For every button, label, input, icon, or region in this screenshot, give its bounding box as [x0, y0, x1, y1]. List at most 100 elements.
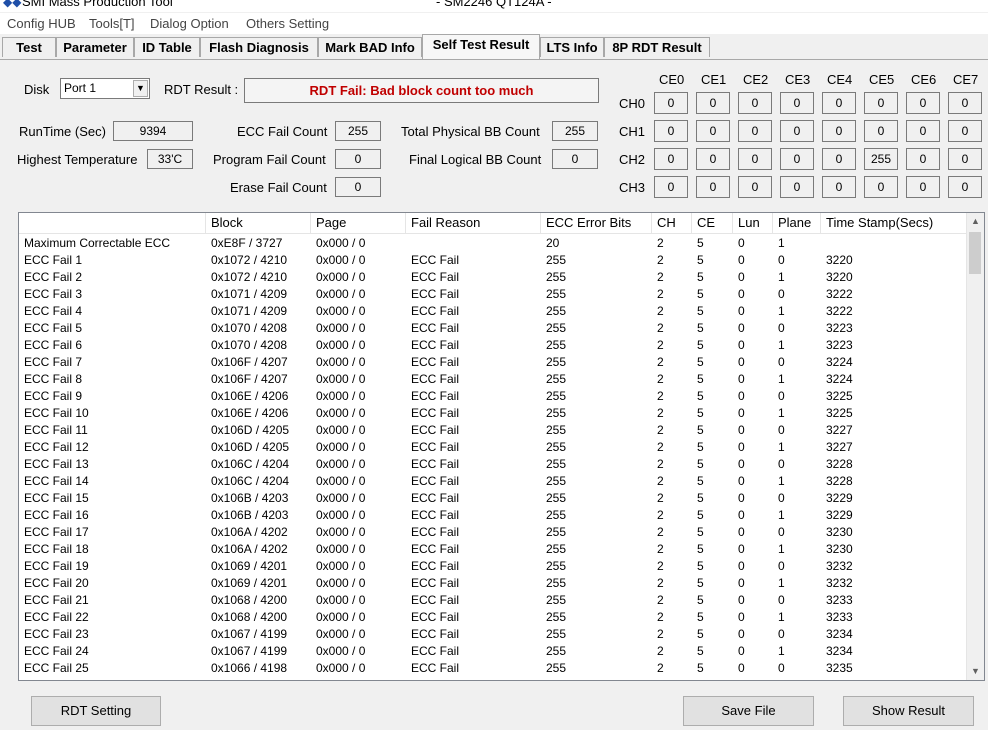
grid-cell: 0	[822, 176, 856, 198]
save-file-button[interactable]: Save File	[683, 696, 814, 726]
tab-test[interactable]: Test	[2, 37, 56, 57]
chevron-down-icon[interactable]: ▼	[133, 80, 148, 97]
table-cell: 0x1069 / 4201	[211, 576, 288, 590]
table-row[interactable]: ECC Fail 3 0x1071 / 4209 0x000 / 0 ECC Fail…	[19, 286, 968, 303]
table-row[interactable]: ECC Fail 4 0x1071 / 4209 0x000 / 0 ECC Fail…	[19, 303, 968, 320]
table-cell: 3223	[826, 321, 853, 335]
table-cell: 0	[778, 253, 785, 267]
table-row[interactable]: ECC Fail 22 0x1068 / 4200 0x000 / 0 ECC Fai…	[19, 609, 968, 626]
scroll-up-icon[interactable]: ▲	[967, 213, 984, 230]
grid-cell: 0	[822, 148, 856, 170]
table-cell: ECC Fail 14	[24, 474, 89, 488]
table-cell: 0	[738, 474, 745, 488]
table-cell: 5	[697, 355, 704, 369]
grid-cell: 0	[948, 92, 982, 114]
menu-dialog-option[interactable]: Dialog Option	[150, 16, 229, 31]
column-header[interactable]: Lun	[733, 213, 773, 233]
table-cell: 0x1067 / 4199	[211, 627, 288, 641]
column-header[interactable]: ECC Error Bits	[541, 213, 652, 233]
column-header[interactable]	[19, 213, 206, 233]
table-row[interactable]: ECC Fail 1 0x1072 / 4210 0x000 / 0 ECC Fail…	[19, 252, 968, 269]
tab-mark-bad-info[interactable]: Mark BAD Info	[318, 37, 422, 57]
table-row[interactable]: ECC Fail 25 0x1066 / 4198 0x000 / 0 ECC Fai…	[19, 660, 968, 677]
table-cell: 20	[546, 236, 560, 250]
table-row[interactable]: ECC Fail 14 0x106C / 4204 0x000 / 0 ECC Fai…	[19, 473, 968, 490]
table-cell: 0	[738, 610, 745, 624]
table-cell: 0x000 / 0	[316, 270, 366, 284]
grid-cell: 0	[864, 92, 898, 114]
fail-table[interactable]: Block Page Fail Reason ECC Error Bits CH CE Lu…	[18, 212, 985, 681]
table-cell: ECC Fail	[411, 389, 460, 403]
table-cell: 0	[738, 440, 745, 454]
table-cell: 0x000 / 0	[316, 610, 366, 624]
table-cell: 3233	[826, 610, 853, 624]
table-cell: 2	[657, 253, 664, 267]
column-header[interactable]: Block	[206, 213, 311, 233]
column-header[interactable]: Plane	[773, 213, 821, 233]
tab-self-test-result[interactable]: Self Test Result	[422, 34, 540, 59]
table-row[interactable]: ECC Fail 23 0x1067 / 4199 0x000 / 0 ECC Fai…	[19, 626, 968, 643]
tab-flash-diagnosis[interactable]: Flash Diagnosis	[200, 37, 318, 57]
column-header[interactable]: Time Stamp(Secs)	[821, 213, 968, 233]
tab-8p-rdt-result[interactable]: 8P RDT Result	[604, 37, 710, 57]
column-header[interactable]: Fail Reason	[406, 213, 541, 233]
table-cell: 1	[778, 440, 785, 454]
table-cell: 0x000 / 0	[316, 406, 366, 420]
scroll-down-icon[interactable]: ▼	[967, 663, 984, 680]
table-cell: 0	[738, 372, 745, 386]
table-row[interactable]: ECC Fail 15 0x106B / 4203 0x000 / 0 ECC Fai…	[19, 490, 968, 507]
table-cell: ECC Fail	[411, 355, 460, 369]
table-row[interactable]: ECC Fail 2 0x1072 / 4210 0x000 / 0 ECC Fail…	[19, 269, 968, 286]
table-row[interactable]: Maximum Correctable ECC 0xE8F / 3727 0x000…	[19, 235, 968, 252]
table-cell: 5	[697, 559, 704, 573]
column-header[interactable]: CE	[692, 213, 733, 233]
table-row[interactable]: ECC Fail 10 0x106E / 4206 0x000 / 0 ECC Fai…	[19, 405, 968, 422]
table-row[interactable]: ECC Fail 12 0x106D / 4205 0x000 / 0 ECC Fai…	[19, 439, 968, 456]
grid-cell: 0	[696, 148, 730, 170]
table-cell: 3234	[826, 627, 853, 641]
table-row[interactable]: ECC Fail 17 0x106A / 4202 0x000 / 0 ECC Fai…	[19, 524, 968, 541]
disk-select[interactable]: Port 1 ▼	[60, 78, 150, 99]
table-row[interactable]: ECC Fail 7 0x106F / 4207 0x000 / 0 ECC Fail…	[19, 354, 968, 371]
column-header[interactable]: CH	[652, 213, 692, 233]
table-cell: 1	[778, 236, 785, 250]
scroll-thumb[interactable]	[969, 232, 981, 274]
table-row[interactable]: ECC Fail 6 0x1070 / 4208 0x000 / 0 ECC Fail…	[19, 337, 968, 354]
table-row[interactable]: ECC Fail 8 0x106F / 4207 0x000 / 0 ECC Fail…	[19, 371, 968, 388]
table-row[interactable]: ECC Fail 21 0x1068 / 4200 0x000 / 0 ECC Fai…	[19, 592, 968, 609]
table-row[interactable]: ECC Fail 11 0x106D / 4205 0x000 / 0 ECC Fai…	[19, 422, 968, 439]
menu-tools[interactable]: Tools[T]	[89, 16, 135, 31]
table-row[interactable]: ECC Fail 16 0x106B / 4203 0x000 / 0 ECC Fai…	[19, 507, 968, 524]
menu-others-setting[interactable]: Others Setting	[246, 16, 329, 31]
ce-header: CE6	[911, 72, 937, 87]
table-row[interactable]: ECC Fail 20 0x1069 / 4201 0x000 / 0 ECC Fai…	[19, 575, 968, 592]
table-cell: 5	[697, 542, 704, 556]
table-row[interactable]: ECC Fail 18 0x106A / 4202 0x000 / 0 ECC Fai…	[19, 541, 968, 558]
table-cell: 2	[657, 406, 664, 420]
table-cell: 255	[546, 491, 567, 505]
column-header[interactable]: Page	[311, 213, 406, 233]
table-row[interactable]: ECC Fail 19 0x1069 / 4201 0x000 / 0 ECC Fai…	[19, 558, 968, 575]
table-row[interactable]: ECC Fail 24 0x1067 / 4199 0x000 / 0 ECC Fai…	[19, 643, 968, 660]
table-row[interactable]: ECC Fail 9 0x106E / 4206 0x000 / 0 ECC Fail…	[19, 388, 968, 405]
table-cell: 5	[697, 389, 704, 403]
table-cell: 2	[657, 355, 664, 369]
table-cell: 5	[697, 661, 704, 675]
tab-lts-info[interactable]: LTS Info	[540, 37, 604, 57]
menu-config-hub[interactable]: Config HUB	[7, 16, 76, 31]
rdt-setting-button[interactable]: RDT Setting	[31, 696, 161, 726]
table-cell: 0x000 / 0	[316, 593, 366, 607]
show-result-button[interactable]: Show Result	[843, 696, 974, 726]
table-row[interactable]: ECC Fail 13 0x106C / 4204 0x000 / 0 ECC Fai…	[19, 456, 968, 473]
table-scrollbar[interactable]: ▲ ▼	[966, 213, 984, 680]
grid-cell: 0	[906, 92, 940, 114]
table-cell: 3227	[826, 440, 853, 454]
tab-parameter[interactable]: Parameter	[56, 37, 134, 57]
table-cell: 3233	[826, 593, 853, 607]
table-cell: 0x106F / 4207	[211, 355, 288, 369]
grid-cell: 0	[906, 176, 940, 198]
tab-id-table[interactable]: ID Table	[134, 37, 200, 57]
table-row[interactable]: ECC Fail 5 0x1070 / 4208 0x000 / 0 ECC Fail…	[19, 320, 968, 337]
table-cell: ECC Fail 17	[24, 525, 89, 539]
table-cell: ECC Fail	[411, 491, 460, 505]
